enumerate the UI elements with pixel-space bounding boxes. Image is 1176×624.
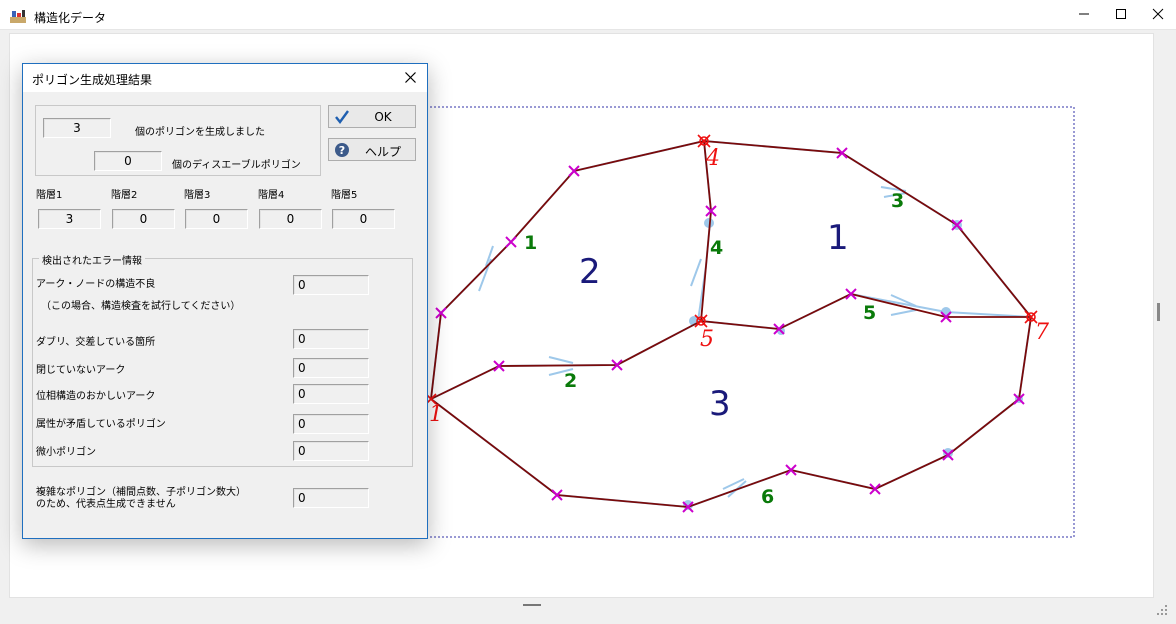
horizontal-scrollbar[interactable] [9,598,1154,612]
node-labels: 1 4 5 7 [429,146,1049,427]
disabled-polygon-label: 個のディスエーブルポリゴン [172,160,301,171]
arc-label-1: 1 [524,232,537,254]
attribute-error-label: 属性が矛盾しているポリゴン [36,419,166,430]
window-titlebar: 構造化データ [0,0,1176,30]
guide-dots [683,218,1023,510]
vertical-scrollbar[interactable] [1154,33,1166,598]
arc-3 [703,140,1032,318]
arc-node-error-field: 0 [293,275,369,295]
arcs [430,140,1032,508]
node-label-1: 1 [429,402,443,427]
resize-grip-icon[interactable] [1156,604,1168,616]
complex-polygon-label-line2: のため、代表点生成できません [36,499,176,510]
polygon-count-field: 3 [43,118,111,138]
polygon-result-dialog: ポリゴン生成処理結果 3 個のポリゴンを生成しました 0 個のディスエーブルポリ… [22,63,428,539]
node-label-4: 4 [705,146,720,171]
arc-label-6: 6 [761,486,774,508]
nodes [425,134,1038,405]
app-icon [10,10,26,23]
close-icon [1152,8,1164,20]
complex-polygon-field: 0 [293,488,369,508]
maximize-icon [1116,9,1126,19]
close-icon [405,72,416,83]
extent-box [425,106,1075,538]
disabled-polygon-field: 0 [94,151,162,171]
topology-error-field: 0 [293,384,369,404]
unclosed-arc-field: 0 [293,358,369,378]
dialog-titlebar: ポリゴン生成処理結果 [23,64,427,92]
help-button-label: ヘルプ [364,145,401,159]
unclosed-arc-label: 閉じていないアーク [36,365,126,376]
polygon-label-3: 3 [709,384,731,424]
arc-label-2: 2 [564,370,577,392]
dialog-title: ポリゴン生成処理結果 [32,73,153,87]
ok-button[interactable]: OK [328,105,416,128]
layer-1-field: 3 [38,209,101,229]
window-title: 構造化データ [34,11,107,25]
error-group-legend: 検出されたエラー情報 [39,252,145,267]
layer-4-label: 階層4 [258,190,285,201]
polygon-label-1: 1 [827,218,849,258]
arc-node-error-note: （この場合、構造検査を試行してください） [41,301,241,312]
tiny-polygon-label: 微小ポリゴン [36,447,96,458]
attribute-error-field: 0 [293,414,369,434]
topology-error-label: 位相構造のおかしいアーク [36,391,156,402]
minimize-button[interactable] [1066,0,1102,28]
node-label-5: 5 [700,327,714,352]
close-window-button[interactable] [1140,0,1176,28]
layer-5-label: 階層5 [331,190,358,201]
tiny-polygon-field: 0 [293,441,369,461]
horizontal-scrollbar-thumb[interactable] [523,604,541,606]
polygon-label-2: 2 [579,252,601,292]
dialog-close-button[interactable] [401,69,421,87]
arc-label-3: 3 [891,190,904,212]
layer-2-field: 0 [112,209,175,229]
arc-6 [430,316,1032,508]
layer-2-label: 階層2 [111,190,138,201]
layer-4-field: 0 [259,209,322,229]
layer-3-label: 階層3 [184,190,211,201]
layer-1-label: 階層1 [36,190,63,201]
duplicate-error-field: 0 [293,329,369,349]
complex-polygon-label-line1: 複雑なポリゴン（補間点数、子ポリゴン数大） [36,487,246,498]
minimize-icon [1079,13,1089,15]
arc-label-4: 4 [710,237,723,259]
maximize-button[interactable] [1103,0,1139,28]
layer-3-field: 0 [185,209,248,229]
help-button[interactable]: ? ヘルプ [328,138,416,161]
vertices [435,147,1025,513]
node-label-7: 7 [1035,320,1049,345]
layer-5-field: 0 [332,209,395,229]
vertical-scrollbar-thumb[interactable] [1157,303,1160,321]
arc-label-5: 5 [863,302,876,324]
arc-node-error-label: アーク・ノードの構造不良 [36,279,156,290]
ok-button-label: OK [374,110,392,124]
polygon-count-label: 個のポリゴンを生成しました [135,127,265,138]
duplicate-error-label: ダブリ、交差している箇所 [36,337,156,348]
